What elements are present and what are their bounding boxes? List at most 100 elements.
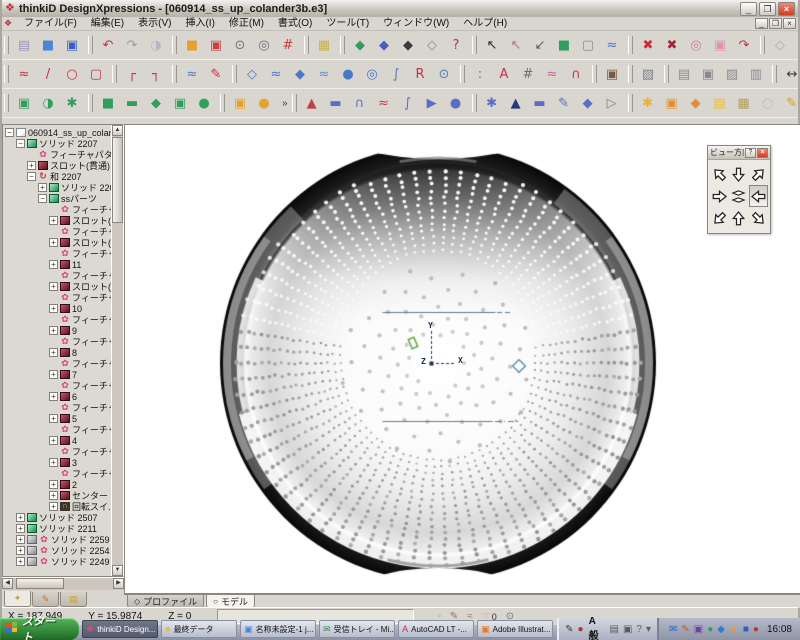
tool-knife-icon[interactable]: ▷ (600, 91, 624, 115)
wireframe-icon[interactable]: ◎ (684, 33, 708, 57)
toolbar-grip[interactable] (4, 65, 9, 83)
toolbar-grip[interactable] (772, 65, 777, 83)
view-left-button[interactable] (749, 185, 768, 207)
path-icon[interactable]: ≈ (600, 33, 624, 57)
toolbar-grip[interactable] (88, 94, 93, 112)
palette-help-button[interactable]: ? (745, 148, 756, 158)
close-button[interactable]: × (778, 2, 795, 16)
menu-item-3[interactable]: 挿入(I) (178, 17, 221, 30)
tree-expander-plus[interactable]: + (49, 370, 58, 379)
mirror-icon[interactable]: ◑ (144, 33, 168, 57)
ime-caret-icon[interactable]: ▾ (646, 624, 651, 635)
tree-expander-plus[interactable]: + (27, 161, 36, 170)
mdi-close-button[interactable]: × (783, 18, 796, 29)
rect-icon[interactable]: ▢ (84, 62, 108, 86)
tree-item[interactable]: +センター (3, 490, 112, 501)
curve-arc-icon[interactable]: ∩ (564, 62, 588, 86)
task-thinkid[interactable]: ❖thinkiD Design... (82, 620, 158, 638)
fillet-icon[interactable]: ┌ (120, 62, 144, 86)
texture-2-icon[interactable]: ▣ (696, 62, 720, 86)
menu-item-5[interactable]: 書式(O) (271, 17, 319, 30)
toolbar-grip[interactable] (460, 65, 465, 83)
toolbar-grip[interactable] (340, 36, 345, 54)
toolbar-grip[interactable] (628, 36, 633, 54)
copy-icon[interactable]: ▣ (708, 33, 732, 57)
solid-dome-icon[interactable]: ● (192, 91, 216, 115)
shade-white-icon[interactable]: ◇ (768, 33, 792, 57)
sketch-pen-icon[interactable]: ✎ (204, 62, 228, 86)
solid-4-icon[interactable]: ▣ (168, 91, 192, 115)
tree-expander-plus[interactable]: + (16, 546, 25, 555)
tree-expander-plus[interactable]: + (16, 535, 25, 544)
tree-horizontal-scrollbar[interactable]: ◀ ▶ (2, 577, 124, 590)
shade-orange-icon[interactable]: ◆ (792, 33, 798, 57)
ime-pad-icon[interactable]: ▣ (623, 624, 632, 635)
task-autocad[interactable]: AAutoCAD LT -... (398, 620, 474, 638)
table-icon[interactable]: ▦ (312, 33, 336, 57)
select-solid-icon[interactable]: ■ (552, 33, 576, 57)
menu-item-0[interactable]: ファイル(F) (17, 17, 84, 30)
tree-item[interactable]: +ソリッド 2211 (3, 523, 112, 534)
tool-gear-icon[interactable]: ✱ (480, 91, 504, 115)
tray-print-icon[interactable]: ▣ (694, 624, 703, 635)
toolbar-grip[interactable] (628, 65, 633, 83)
chamfer-icon[interactable]: ┐ (144, 62, 168, 86)
view-down-button[interactable] (729, 163, 748, 185)
surf-eye-icon[interactable]: ⊙ (432, 62, 456, 86)
menu-item-4[interactable]: 修正(M) (222, 17, 271, 30)
texture-1-icon[interactable]: ▤ (672, 62, 696, 86)
scroll-left-button[interactable]: ◀ (2, 578, 13, 589)
tree-item[interactable]: ✿フィーチャ.. (3, 248, 112, 259)
tree-expander-plus[interactable]: + (49, 458, 58, 467)
tree-expander-plus[interactable]: + (49, 480, 58, 489)
select-icon[interactable]: ↖ (480, 33, 504, 57)
toolbar-grip[interactable] (592, 65, 597, 83)
toolbar-grip[interactable] (172, 36, 177, 54)
tree-item[interactable]: +5 (3, 413, 112, 424)
menu-item-7[interactable]: ウィンドウ(W) (376, 17, 456, 30)
sheet-fan-icon[interactable]: ∩ (348, 91, 372, 115)
tree-expander-plus[interactable]: + (49, 348, 58, 357)
part-box-icon[interactable]: ▤ (708, 91, 732, 115)
open-icon[interactable]: ■ (36, 33, 60, 57)
tree-item[interactable]: ✿フィーチャ.. (3, 424, 112, 435)
solid-revolve-icon[interactable]: ◑ (36, 91, 60, 115)
vertical-scroll-thumb[interactable] (112, 137, 123, 223)
tree-item[interactable]: +スロット(貫通) 25.. (3, 160, 112, 171)
view-right-button[interactable] (710, 185, 729, 207)
ime-mode-label[interactable]: A般 (589, 616, 605, 640)
tree-expander-plus[interactable]: + (16, 524, 25, 533)
tree-item[interactable]: ✿フィーチャ.. (3, 314, 112, 325)
tree-item[interactable]: +スロット(1.. (3, 281, 112, 292)
surf-r-icon[interactable]: R (408, 62, 432, 86)
tree-item[interactable]: +ソリッド 2507 (3, 512, 112, 523)
surf-s-icon[interactable]: ∫ (384, 62, 408, 86)
tree-item[interactable]: +11 (3, 259, 112, 270)
grid-icon[interactable]: # (276, 33, 300, 57)
tree-item[interactable]: −ソリッド 2207 (3, 138, 112, 149)
panel-tab-sketch[interactable]: ✎ (32, 592, 59, 607)
tray-green-icon[interactable]: ● (707, 624, 713, 635)
panel-tab-notes[interactable]: ▤ (60, 592, 87, 607)
restore-button[interactable]: ❐ (759, 2, 776, 16)
solid-box-icon[interactable]: ▣ (12, 91, 36, 115)
tree-item[interactable]: −ssパーツ (3, 193, 112, 204)
tree-expander-plus[interactable]: + (49, 326, 58, 335)
menu-item-6[interactable]: ツール(T) (319, 17, 376, 30)
render-image-icon[interactable]: ▣ (600, 62, 624, 86)
toolbar-grip[interactable] (220, 94, 225, 112)
tree-item[interactable]: ✿フィーチャ.. (3, 358, 112, 369)
sheet-spring-icon[interactable]: ≈ (372, 91, 396, 115)
tree-expander-plus[interactable]: + (16, 557, 25, 566)
task-image[interactable]: ▣名称未設定-1 j... (240, 620, 316, 638)
dim-horizontal-icon[interactable]: ↔ (780, 62, 798, 86)
tree-item[interactable]: +✿ソリッド 2249 (4 x (3, 556, 112, 567)
tree-expander-plus[interactable]: + (49, 238, 58, 247)
zoom-icon[interactable]: ⊙ (228, 33, 252, 57)
sheet-ball-icon[interactable]: ● (444, 91, 468, 115)
tree-expander-plus[interactable]: + (49, 304, 58, 313)
view-top-bottom-button[interactable] (729, 185, 748, 207)
tree-expander-plus[interactable]: + (49, 414, 58, 423)
tool-solid-icon[interactable]: ◆ (576, 91, 600, 115)
tree-item[interactable]: +8 (3, 347, 112, 358)
